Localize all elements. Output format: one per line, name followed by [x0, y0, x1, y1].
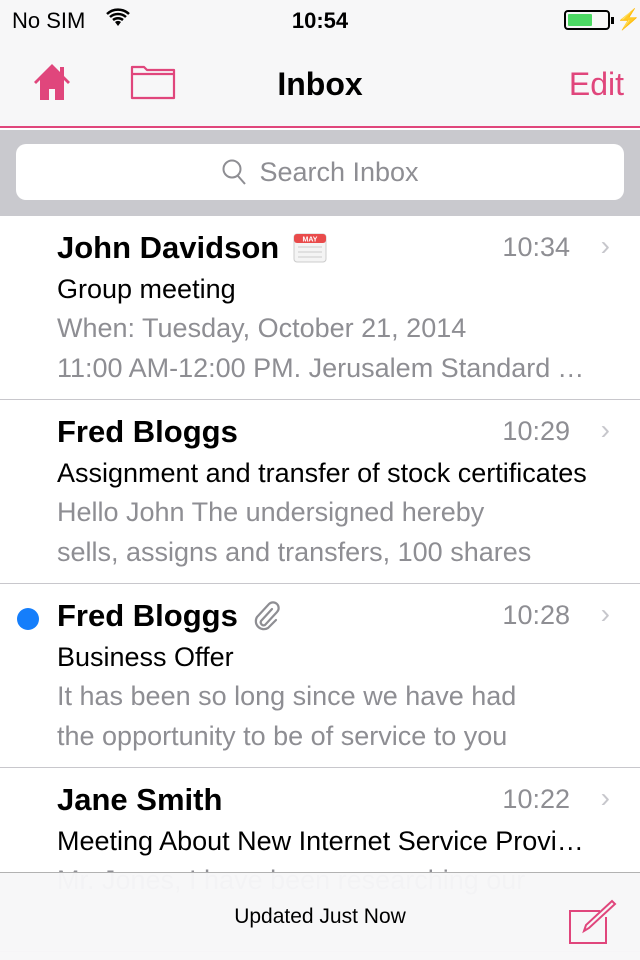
- bottom-toolbar: Updated Just Now: [0, 872, 640, 960]
- navigation-bar: Inbox Edit: [0, 40, 640, 128]
- chevron-right-icon: ›: [600, 414, 610, 445]
- clock: 10:54: [291, 8, 349, 33]
- message-time: 10:34: [502, 232, 570, 262]
- chevron-right-icon: ›: [600, 782, 610, 813]
- status-bar: No SIM 10:54 ⚡: [0, 0, 640, 40]
- subject: Business Offer: [57, 642, 234, 672]
- sender: Fred Bloggs: [57, 598, 238, 633]
- chevron-right-icon: ›: [600, 598, 610, 629]
- subject: Meeting About New Internet Service Provi…: [57, 826, 592, 856]
- paperclip-icon: [254, 601, 280, 631]
- search-placeholder: Search Inbox: [259, 156, 419, 187]
- message-row[interactable]: Fred Bloggs 10:28 › Business Offer It ha…: [0, 584, 640, 768]
- svg-text:MAY: MAY: [303, 237, 318, 244]
- preview: It has been so long since we have had the…: [57, 681, 517, 751]
- message-list: John Davidson MAY 10:34 › Group meeting …: [0, 216, 640, 952]
- calendar-icon: MAY: [293, 233, 327, 263]
- message-time: 10:22: [502, 784, 570, 814]
- update-status: Updated Just Now: [234, 905, 406, 928]
- subject: Assignment and transfer of stock certifi…: [57, 458, 587, 488]
- search-input[interactable]: Search Inbox: [16, 144, 624, 200]
- sender: John Davidson: [57, 230, 280, 265]
- subject: Group meeting: [57, 274, 236, 304]
- battery-icon: [564, 10, 614, 30]
- compose-icon[interactable]: [568, 899, 618, 945]
- preview: Hello John The undersigned hereby sells, …: [57, 497, 532, 567]
- edit-button[interactable]: Edit: [569, 66, 624, 103]
- message-row[interactable]: Fred Bloggs 10:29 › Assignment and trans…: [0, 400, 640, 584]
- message-time: 10:29: [502, 416, 570, 446]
- preview: When: Tuesday, October 21, 2014 11:00 AM-…: [57, 313, 592, 383]
- charging-icon: ⚡: [616, 9, 640, 31]
- search-icon: [222, 159, 247, 185]
- chevron-right-icon: ›: [600, 230, 610, 261]
- sender: Jane Smith: [57, 782, 223, 817]
- search-bar: Search Inbox: [0, 130, 640, 216]
- message-row[interactable]: John Davidson MAY 10:34 › Group meeting …: [0, 216, 640, 400]
- unread-indicator: [17, 608, 39, 630]
- page-title: Inbox: [277, 66, 363, 102]
- message-time: 10:28: [502, 600, 570, 630]
- sender: Fred Bloggs: [57, 414, 238, 449]
